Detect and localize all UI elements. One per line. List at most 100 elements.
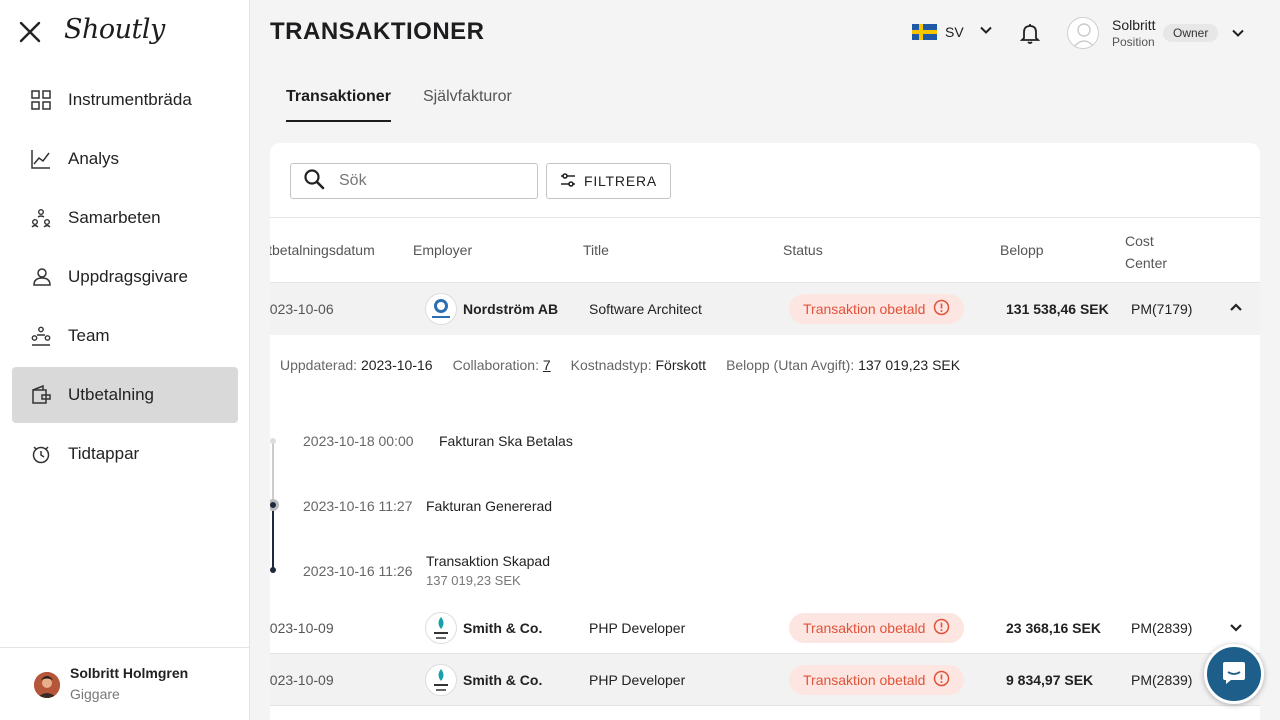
avatar — [34, 672, 60, 698]
column-header-employer[interactable]: Employer — [413, 242, 472, 258]
detail-collaboration: Collaboration: 7 — [453, 357, 551, 373]
close-icon[interactable] — [16, 18, 44, 46]
row-date: 2023-10-09 — [270, 620, 334, 636]
detail-label: Kostnadstyp: — [570, 357, 652, 373]
sidebar-item-label: Tidtappar — [68, 444, 140, 463]
info-icon[interactable] — [933, 670, 950, 690]
header-user-name: Solbritt — [1112, 17, 1156, 33]
filter-label: FILTRERA — [583, 173, 658, 189]
sidebar-item-instrumentbrada[interactable]: Instrumentbräda — [12, 72, 238, 128]
sidebar-item-team[interactable]: Team — [12, 308, 238, 364]
sidebar-item-tidtappar[interactable]: Tidtappar — [12, 426, 238, 482]
info-icon[interactable] — [933, 299, 950, 319]
detail-cost-type: Kostnadstyp: Förskott — [571, 357, 706, 373]
detail-label: Uppdaterad: — [280, 357, 358, 373]
sidebar-user-role: Giggare — [70, 686, 120, 702]
row-amount: 131 538,46 SEK — [1006, 301, 1109, 317]
language-code: SV — [945, 23, 964, 40]
employer-logo — [425, 293, 457, 325]
status-badge: Transaktion obetald — [789, 613, 965, 643]
sidebar-item-analys[interactable]: Analys — [12, 131, 238, 187]
timeline-time: 2023-10-16 11:27 — [303, 498, 413, 514]
sidebar: Shoutly Instrumentbräda Analys Samarbete… — [0, 0, 250, 720]
avatar — [1067, 17, 1099, 49]
table-header: Utbetalningsdatum Employer Title Status … — [270, 217, 1260, 283]
chevron-down-icon — [978, 22, 994, 41]
chat-button[interactable] — [1204, 644, 1264, 704]
timeline-time: 2023-10-18 00:00 — [303, 433, 414, 449]
employer-logo — [425, 664, 457, 696]
timeline-event-amount: 137 019,23 SEK — [426, 573, 521, 588]
timeline-dot — [270, 567, 276, 573]
info-icon[interactable] — [933, 618, 950, 638]
sidebar-user[interactable]: Solbritt Holmgren Giggare — [0, 647, 250, 720]
tab-bar: Transaktioner Självfakturor — [286, 88, 544, 122]
search-input[interactable] — [339, 172, 519, 190]
tab-transaktioner[interactable]: Transaktioner — [286, 88, 391, 122]
timeline-time: 2023-10-16 11:26 — [303, 563, 413, 579]
row-employer: Nordström AB — [463, 301, 559, 317]
row-date: 2023-10-06 — [270, 301, 334, 317]
timeline-dot — [270, 438, 276, 444]
collaboration-icon — [30, 207, 52, 229]
column-header-date[interactable]: Utbetalningsdatum — [270, 242, 375, 258]
sidebar-item-uppdragsgivare[interactable]: Uppdragsgivare — [12, 249, 238, 305]
table-row[interactable]: 2023-10-09 Smith & Co. PHP Developer Tra… — [270, 654, 1260, 706]
team-icon — [30, 325, 52, 347]
collaboration-link[interactable]: 7 — [543, 357, 551, 373]
clients-icon — [30, 266, 52, 288]
row-cost-center: PM(2839) — [1131, 672, 1193, 688]
detail-amount: Belopp (Utan Avgift): 137 019,23 SEK — [726, 357, 960, 373]
chevron-down-icon — [1229, 24, 1247, 47]
search-icon — [303, 168, 325, 195]
detail-value: 2023-10-16 — [360, 357, 433, 373]
detail-value: 137 019,23 SEK — [858, 357, 961, 373]
row-employer: Smith & Co. — [463, 672, 543, 688]
language-selector[interactable]: SV — [912, 22, 994, 41]
column-header-status[interactable]: Status — [783, 242, 823, 258]
timer-icon — [30, 443, 52, 465]
sidebar-user-name: Solbritt Holmgren — [70, 665, 189, 681]
row-cost-center: PM(2839) — [1131, 620, 1193, 636]
filter-sliders-icon — [560, 172, 576, 190]
tab-sjalvfakturor[interactable]: Självfakturor — [423, 88, 512, 122]
transaction-details: Uppdaterad: 2023-10-16 Collaboration: 7 … — [280, 357, 960, 373]
column-header-amount[interactable]: Belopp — [1000, 242, 1044, 258]
chevron-down-icon[interactable] — [1225, 616, 1247, 638]
timeline-event: Transaktion Skapad — [426, 553, 550, 569]
row-title: Software Architect — [589, 301, 702, 317]
timeline-event: Fakturan Genererad — [426, 498, 553, 514]
timeline-dot — [270, 499, 279, 511]
sidebar-item-samarbeten[interactable]: Samarbeten — [12, 190, 238, 246]
column-header-title[interactable]: Title — [583, 242, 609, 258]
timeline-connector — [272, 440, 274, 502]
sidebar-item-label: Instrumentbräda — [68, 90, 192, 109]
chart-icon — [30, 148, 52, 170]
column-header-cost-center[interactable]: Cost Center — [1125, 230, 1167, 274]
detail-label: Belopp (Utan Avgift): — [726, 357, 855, 373]
table-row[interactable]: 2023-10-06 Nordström AB Software Archite… — [270, 283, 1260, 335]
table-row[interactable]: 2023-10-09 Smith & Co. PHP Developer Tra… — [270, 602, 1260, 654]
filter-button[interactable]: FILTRERA — [546, 163, 671, 199]
row-amount: 9 834,97 SEK — [1006, 672, 1094, 688]
chevron-up-icon[interactable] — [1225, 297, 1247, 319]
header-user-position: Position — [1112, 35, 1155, 49]
transactions-card: FILTRERA Utbetalningsdatum Employer Titl… — [270, 143, 1260, 720]
page-title: TRANSAKTIONER — [270, 18, 485, 45]
status-text: Transaktion obetald — [803, 301, 926, 317]
detail-label: Collaboration: — [452, 357, 539, 373]
user-menu[interactable]: Solbritt Position Owner — [1067, 16, 1257, 52]
sweden-flag-icon — [912, 23, 937, 40]
app-logo[interactable]: Shoutly — [64, 14, 165, 45]
detail-updated: Uppdaterad: 2023-10-16 — [280, 357, 433, 373]
sidebar-nav: Instrumentbräda Analys Samarbeten Uppdra… — [12, 72, 238, 485]
sidebar-item-label: Analys — [68, 149, 120, 168]
notification-bell-icon[interactable] — [1018, 21, 1042, 45]
sidebar-item-label: Utbetalning — [68, 385, 155, 404]
employer-logo — [425, 612, 457, 644]
status-text: Transaktion obetald — [803, 620, 926, 636]
row-amount: 23 368,16 SEK — [1006, 620, 1101, 636]
row-employer: Smith & Co. — [463, 620, 543, 636]
sidebar-item-utbetalning[interactable]: Utbetalning — [12, 367, 238, 423]
role-badge: Owner — [1163, 24, 1219, 42]
